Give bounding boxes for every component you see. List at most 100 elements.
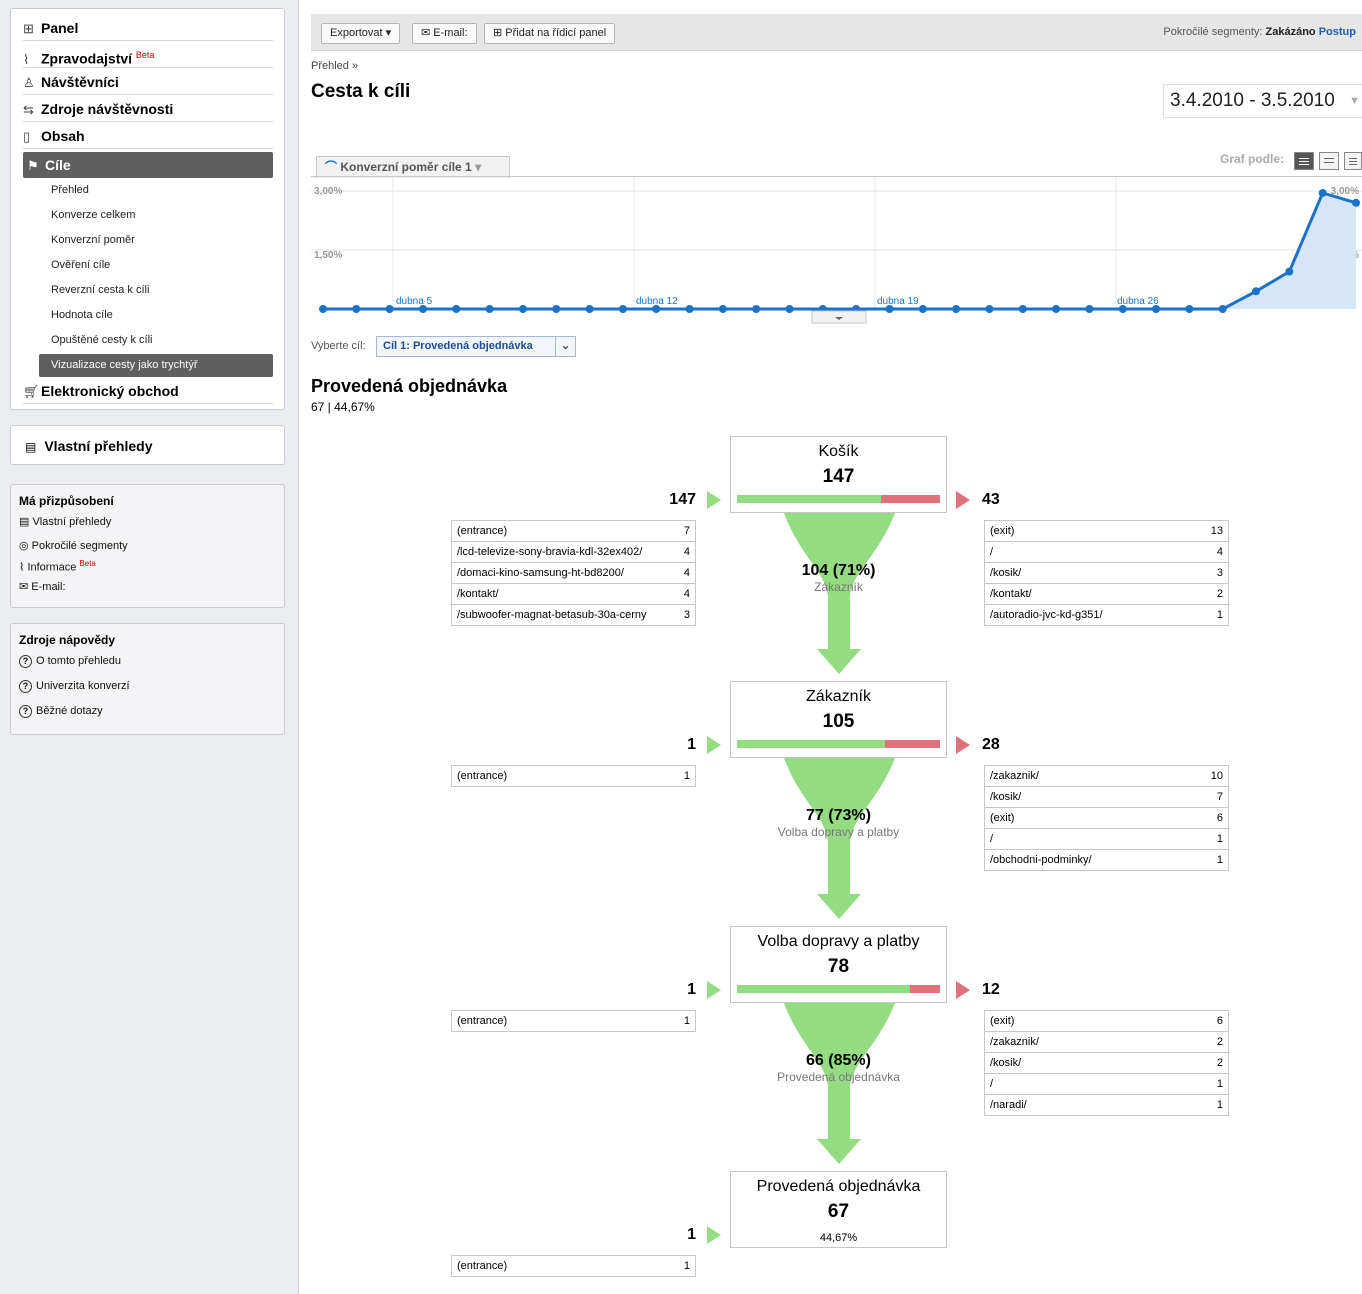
graph-month-button[interactable] [1344, 152, 1362, 170]
left-sidebar: ⊞ Panel ⌇ Zpravodajství Beta ♙ Návštěvníci … [0, 0, 299, 1294]
data-point [585, 305, 594, 313]
nav-label: Zpravodajství [41, 50, 133, 67]
conversion-value: 66 (85%) [806, 1052, 871, 1069]
exit-portion [885, 740, 940, 748]
conversion-label: 104 (71%) Zákazník [730, 562, 947, 594]
goal-select-value: Cíl 1: Provedená objednávka [383, 340, 533, 352]
customization-title: Má přizpůsobení [19, 494, 114, 508]
step-name: Volba dopravy a platby [757, 933, 920, 950]
nav-zpravodajstvi[interactable]: ⌇ Zpravodajství Beta [23, 42, 273, 68]
segment-icon: ◎ [19, 540, 32, 552]
date-range-picker[interactable]: 3.4.2010 - 3.5.2010 ▼ [1163, 84, 1362, 118]
link-pokrocile-segmenty[interactable]: ◎ Pokročilé segmenty [19, 539, 128, 552]
segments-link[interactable]: Postup [1319, 26, 1356, 38]
step-name: Provedená objednávka [756, 1178, 921, 1195]
goal-summary: 67 | 44,67% [311, 400, 375, 414]
nav-ecommerce[interactable]: 🛒︎Elektronický obchod [23, 378, 273, 404]
series-line [323, 191, 1357, 311]
sub-opustene-cesty[interactable]: Opuštěné cesty k cíli [51, 328, 273, 353]
next-step-name: Zákazník [814, 580, 863, 594]
sub-prehled[interactable]: Přehled [51, 178, 273, 203]
data-point [718, 305, 727, 313]
entrance-count: 1 [687, 1226, 696, 1243]
link-univerzita-konverzi[interactable]: ? Univerzita konverzí [19, 680, 130, 693]
table-row: /kosik/2 [984, 1052, 1229, 1074]
page-path: /subwoofer-magnat-betasub-30a-cerny [451, 604, 672, 626]
sub-reverzni-cesta[interactable]: Reverzní cesta k cíli [51, 278, 273, 303]
table-row: /lcd-televize-sony-bravia-kdl-32ex402/4 [451, 541, 696, 563]
next-step-name: Provedená objednávka [777, 1070, 900, 1084]
table-row: /zakaznik/2 [984, 1031, 1229, 1053]
conversion-label: 66 (85%) Provedená objednávka [730, 1052, 947, 1084]
entrance-table: (entrance) 1 [451, 1010, 696, 1032]
metric-label: Konverzní poměr cíle 1 [340, 160, 472, 174]
add-dashboard-button[interactable]: ⊞ Přidat na řídicí panel [484, 23, 616, 44]
graph-week-button[interactable] [1319, 152, 1339, 170]
metric-select[interactable]: ⌒ Konverzní poměr cíle 1 ▾ [316, 156, 510, 178]
export-button[interactable]: Exportovat ▾ [321, 23, 401, 44]
exit-table: (exit) 13/4/kosik/3/kontakt/2/autoradio-j… [984, 520, 1229, 626]
data-point [485, 305, 494, 313]
nav-navstevnici[interactable]: ♙ Návštěvníci [23, 69, 273, 95]
x-tick-label: dubna 19 [877, 296, 919, 307]
data-point [518, 305, 527, 313]
sub-hodnota-cile[interactable]: Hodnota cíle [51, 303, 273, 328]
page-count: 4 [671, 562, 696, 584]
entrance-count: 147 [669, 491, 696, 508]
nav-panel[interactable]: ⊞ Panel [23, 15, 273, 41]
step-value: 147 [822, 466, 855, 487]
data-point [1285, 267, 1294, 276]
mail-icon: ✉ [19, 581, 32, 593]
table-row: /naradi/1 [984, 1094, 1229, 1116]
page-count: 1 [1204, 828, 1229, 850]
y-tick-label: 3,00% [314, 186, 342, 197]
cart-icon: 🛒︎ [23, 384, 40, 399]
data-point [752, 305, 761, 313]
graph-day-button[interactable] [1294, 152, 1314, 170]
link-bezne-dotazy[interactable]: ? Běžné dotazy [19, 705, 103, 718]
link-label: Běžné dotazy [36, 705, 103, 717]
help-title: Zdroje nápovědy [19, 633, 116, 647]
data-point [352, 305, 361, 313]
sub-konverze-celkem[interactable]: Konverze celkem [51, 203, 273, 228]
data-point [452, 305, 461, 313]
data-point [1085, 305, 1094, 313]
add-dashboard-label: Přidat na řídicí panel [505, 27, 607, 39]
breadcrumb[interactable]: Přehled » [311, 60, 358, 72]
sub-vizualizace-trychtyr[interactable]: Vizualizace cesty jako trychtýř [39, 354, 273, 377]
nav-cile[interactable]: ⚑ Cíle [23, 152, 273, 178]
chevron-down-icon: ▾ [475, 160, 482, 174]
beta-badge: Beta [135, 50, 155, 60]
link-o-tomto-prehledu[interactable]: ? O tomto přehledu [19, 655, 121, 668]
page-path: (exit) [984, 1010, 1205, 1032]
page-path: (entrance) [451, 1255, 672, 1277]
entrance-arrow-icon [707, 491, 721, 509]
link-label: Informace [27, 561, 77, 574]
data-point [785, 305, 794, 313]
exit-portion [910, 985, 940, 993]
entrance-table: (entrance) 1 [451, 1255, 696, 1277]
page-count: 6 [1204, 807, 1229, 829]
next-step-name: Volba dopravy a platby [777, 825, 900, 839]
step-name: Košík [818, 443, 859, 460]
nav-zdroje[interactable]: ⇆ Zdroje návštěvnosti [23, 96, 273, 122]
email-button[interactable]: ✉ E-mail: [412, 23, 477, 44]
nav-label: Panel [41, 20, 79, 36]
nav-obsah[interactable]: ▯ Obsah [23, 123, 273, 149]
goal-select[interactable]: Cíl 1: Provedená objednávka ⌄ [376, 336, 576, 357]
sub-overeni-cile[interactable]: Ověření cíle [51, 253, 273, 278]
page-path: /kosik/ [984, 786, 1205, 808]
page-count: 1 [1204, 604, 1229, 626]
link-email[interactable]: ✉ E-mail: [19, 580, 66, 593]
page-count: 3 [671, 604, 696, 626]
link-informace[interactable]: ⌇ Informace Beta [19, 559, 96, 574]
exit-arrow-icon [956, 491, 970, 509]
page-count: 7 [1204, 786, 1229, 808]
link-vlastni-prehledy[interactable]: ▤ Vlastní přehledy [19, 515, 111, 528]
sub-konverzni-pomer[interactable]: Konverzní poměr [51, 228, 273, 253]
page-count: 1 [671, 1255, 696, 1277]
custom-reports-box[interactable]: ▤ Vlastní přehledy [10, 425, 285, 465]
table-row: /kontakt/2 [984, 583, 1229, 605]
link-label: Pokročilé segmenty [31, 540, 128, 552]
page-path: / [984, 1073, 1205, 1095]
